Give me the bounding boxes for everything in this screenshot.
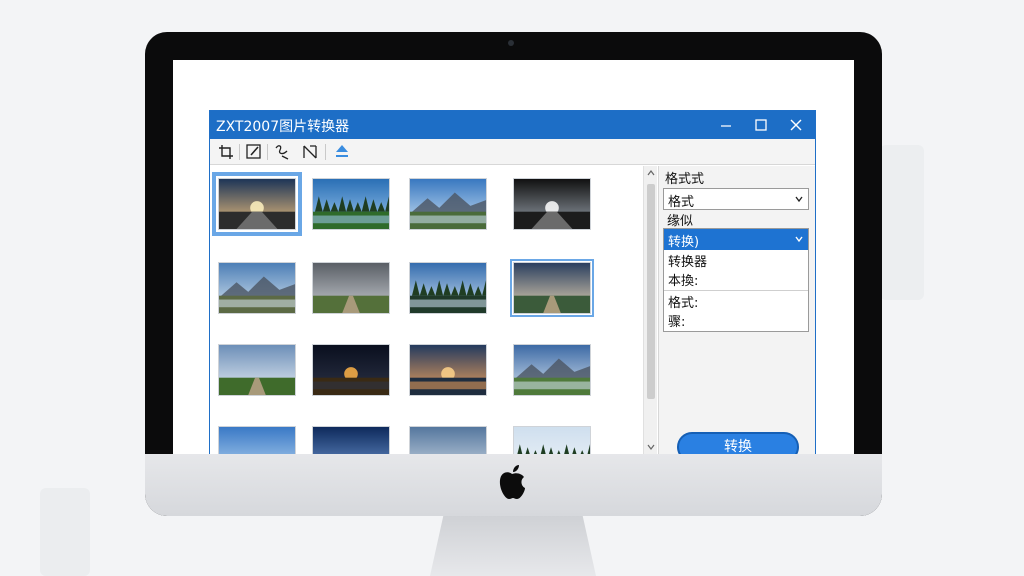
dropdown-item[interactable]: 骤: — [664, 310, 808, 330]
apple-logo-icon — [499, 465, 525, 499]
upload-button[interactable] — [332, 142, 352, 162]
conversion-dropdown[interactable]: 转换) 转换器 本換: 格式: 骤: — [663, 228, 809, 332]
thumbnail-image — [219, 263, 295, 313]
dropdown-item[interactable]: 转换器 — [664, 250, 808, 270]
edit-button[interactable] — [244, 142, 264, 162]
convert-button[interactable]: 转换 — [677, 432, 799, 454]
image-thumbnail[interactable] — [409, 262, 487, 314]
effects-button[interactable] — [272, 142, 292, 162]
thumbnail-image — [219, 179, 295, 229]
image-thumbnail[interactable] — [212, 172, 302, 236]
dropdown-item[interactable]: 格式: — [664, 291, 808, 311]
image-thumbnail[interactable] — [409, 344, 487, 396]
thumbnail-image — [514, 345, 590, 395]
thumbnail-image — [313, 179, 389, 229]
toolbar — [210, 139, 815, 165]
dropdown-item-label: 格式: — [668, 296, 699, 311]
thumbnail-image — [410, 263, 486, 313]
dropdown-selected[interactable]: 转换) — [664, 229, 808, 250]
dropdown-selected-value: 转换) — [668, 235, 700, 250]
app-window: ZXT2007图片转换器 格式式 格式 缘似 转换) 转换器 本換: 格式: 骤… — [209, 110, 816, 454]
thumbnail-image — [313, 263, 389, 313]
resize-button[interactable] — [300, 142, 320, 162]
image-thumbnail[interactable] — [409, 426, 487, 454]
edit-icon — [246, 144, 261, 159]
thumbnail-image — [514, 179, 590, 229]
monitor-screen: ZXT2007图片转换器 格式式 格式 缘似 转换) 转换器 本換: 格式: 骤… — [173, 60, 854, 454]
options-panel: 格式式 格式 缘似 转换) 转换器 本換: 格式: 骤: 转换 — [658, 166, 815, 454]
thumbnail-image — [410, 427, 486, 454]
thumbnail-image — [313, 345, 389, 395]
window-title: ZXT2007图片转换器 — [216, 119, 350, 135]
close-button[interactable] — [786, 115, 806, 135]
monitor-stand — [430, 516, 596, 576]
upload-icon — [336, 145, 348, 157]
imac-monitor: ZXT2007图片转换器 格式式 格式 缘似 转换) 转换器 本換: 格式: 骤… — [145, 32, 882, 516]
option-label: 缘似 — [667, 214, 694, 229]
image-thumbnail[interactable] — [312, 262, 390, 314]
title-bar: ZXT2007图片转换器 — [210, 111, 815, 139]
image-thumbnail[interactable] — [218, 426, 296, 454]
thumbnail-image — [410, 345, 486, 395]
scroll-up-icon[interactable] — [646, 168, 656, 178]
thumbnail-image — [313, 427, 389, 454]
toolbar-divider — [239, 144, 240, 160]
panel-heading: 格式式 — [665, 172, 705, 187]
image-thumbnail[interactable] — [513, 178, 591, 230]
image-thumbnail[interactable] — [513, 426, 591, 454]
resize-icon — [303, 145, 317, 159]
camera-dot — [508, 40, 514, 46]
thumbnail-image — [514, 427, 590, 454]
image-thumbnail[interactable] — [218, 344, 296, 396]
vertical-scrollbar[interactable] — [643, 166, 657, 454]
monitor-chin — [145, 454, 882, 516]
image-thumbnail[interactable] — [312, 344, 390, 396]
toolbar-divider — [267, 144, 268, 160]
minimize-icon — [721, 125, 731, 127]
thumbnail-image — [219, 345, 295, 395]
thumbnail-grid — [210, 166, 644, 454]
maximize-icon — [755, 119, 767, 131]
image-thumbnail[interactable] — [312, 426, 390, 454]
format-select[interactable]: 格式 — [663, 188, 809, 210]
image-thumbnail[interactable] — [510, 259, 594, 317]
dropdown-item-label: 骤: — [668, 315, 686, 330]
dropdown-item[interactable]: 本換: — [664, 269, 808, 289]
maximize-button[interactable] — [751, 115, 771, 135]
chevron-down-icon — [795, 196, 803, 203]
image-thumbnail[interactable] — [513, 344, 591, 396]
crop-icon — [219, 145, 233, 159]
dropdown-item-label: 转换器 — [668, 255, 708, 270]
close-icon — [790, 119, 802, 131]
background-shape — [40, 488, 90, 576]
effects-icon — [275, 145, 289, 160]
thumbnail-image — [514, 263, 590, 313]
minimize-button[interactable] — [716, 115, 736, 135]
format-select-value: 格式 — [668, 195, 695, 210]
image-thumbnail[interactable] — [409, 178, 487, 230]
image-thumbnail[interactable] — [218, 262, 296, 314]
toolbar-divider — [325, 144, 326, 160]
chevron-down-icon — [795, 236, 803, 243]
scroll-down-icon[interactable] — [646, 442, 656, 452]
thumbnail-image — [410, 179, 486, 229]
scrollbar-thumb[interactable] — [647, 184, 655, 399]
thumbnail-image — [219, 427, 295, 454]
image-thumbnail[interactable] — [312, 178, 390, 230]
background-shape — [880, 145, 924, 300]
dropdown-item-label: 本換: — [668, 274, 699, 289]
crop-button[interactable] — [216, 142, 236, 162]
